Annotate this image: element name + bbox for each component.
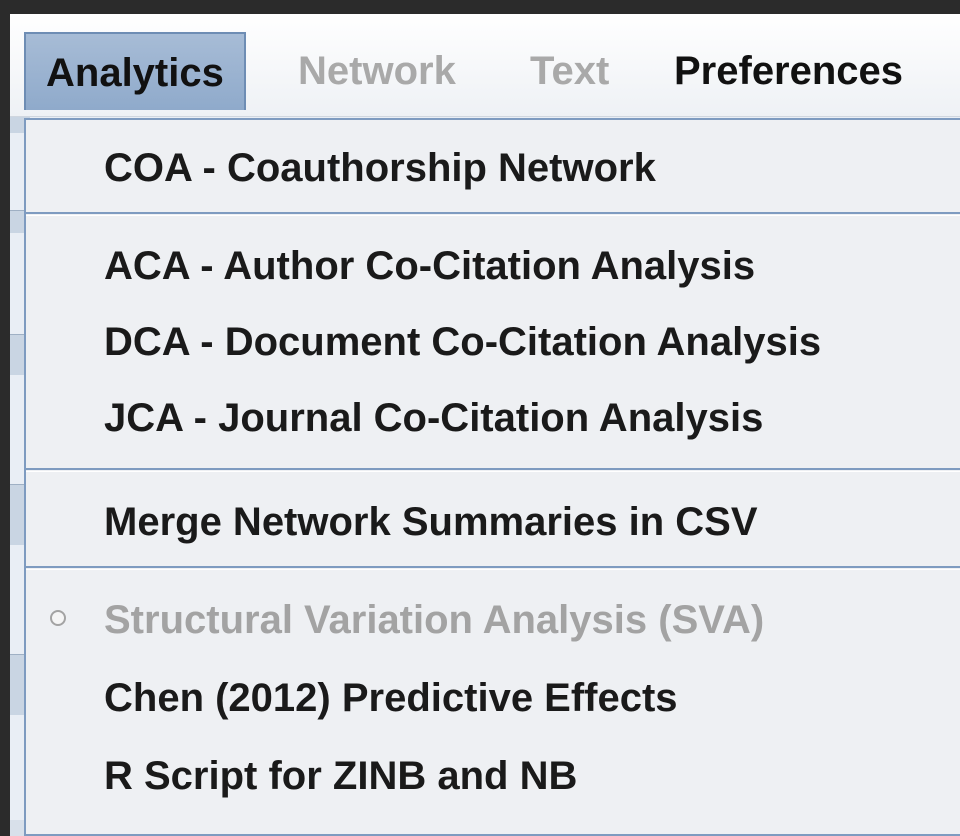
menu-text[interactable]: Text [530,32,609,110]
menu-separator [26,468,960,472]
menu-preferences[interactable]: Preferences [674,32,903,110]
menu-item-dca[interactable]: DCA - Document Co-Citation Analysis [26,304,960,380]
menu-item-predictive-effects[interactable]: Chen (2012) Predictive Effects [26,660,960,736]
menu-network[interactable]: Network [298,32,456,110]
menu-bar: Analytics Network Text Preferences [10,14,960,117]
menu-item-sva-label: Structural Variation Analysis (SVA) [104,598,765,642]
menu-item-coa[interactable]: COA - Coauthorship Network [26,130,960,206]
menu-item-r-script[interactable]: R Script for ZINB and NB [26,738,960,814]
menu-item-merge-csv[interactable]: Merge Network Summaries in CSV [26,484,960,560]
menu-separator [26,212,960,216]
application-window: Analytics Network Text Preferences COA -… [10,14,960,836]
screen-frame: Analytics Network Text Preferences COA -… [0,0,960,836]
menu-analytics[interactable]: Analytics [24,32,246,110]
menu-separator [26,566,960,570]
menu-item-sva: Structural Variation Analysis (SVA) [26,582,960,658]
radio-unchecked-icon [50,610,66,626]
menu-item-aca[interactable]: ACA - Author Co-Citation Analysis [26,228,960,304]
menu-item-jca[interactable]: JCA - Journal Co-Citation Analysis [26,380,960,456]
analytics-dropdown-menu: COA - Coauthorship Network ACA - Author … [24,118,960,836]
